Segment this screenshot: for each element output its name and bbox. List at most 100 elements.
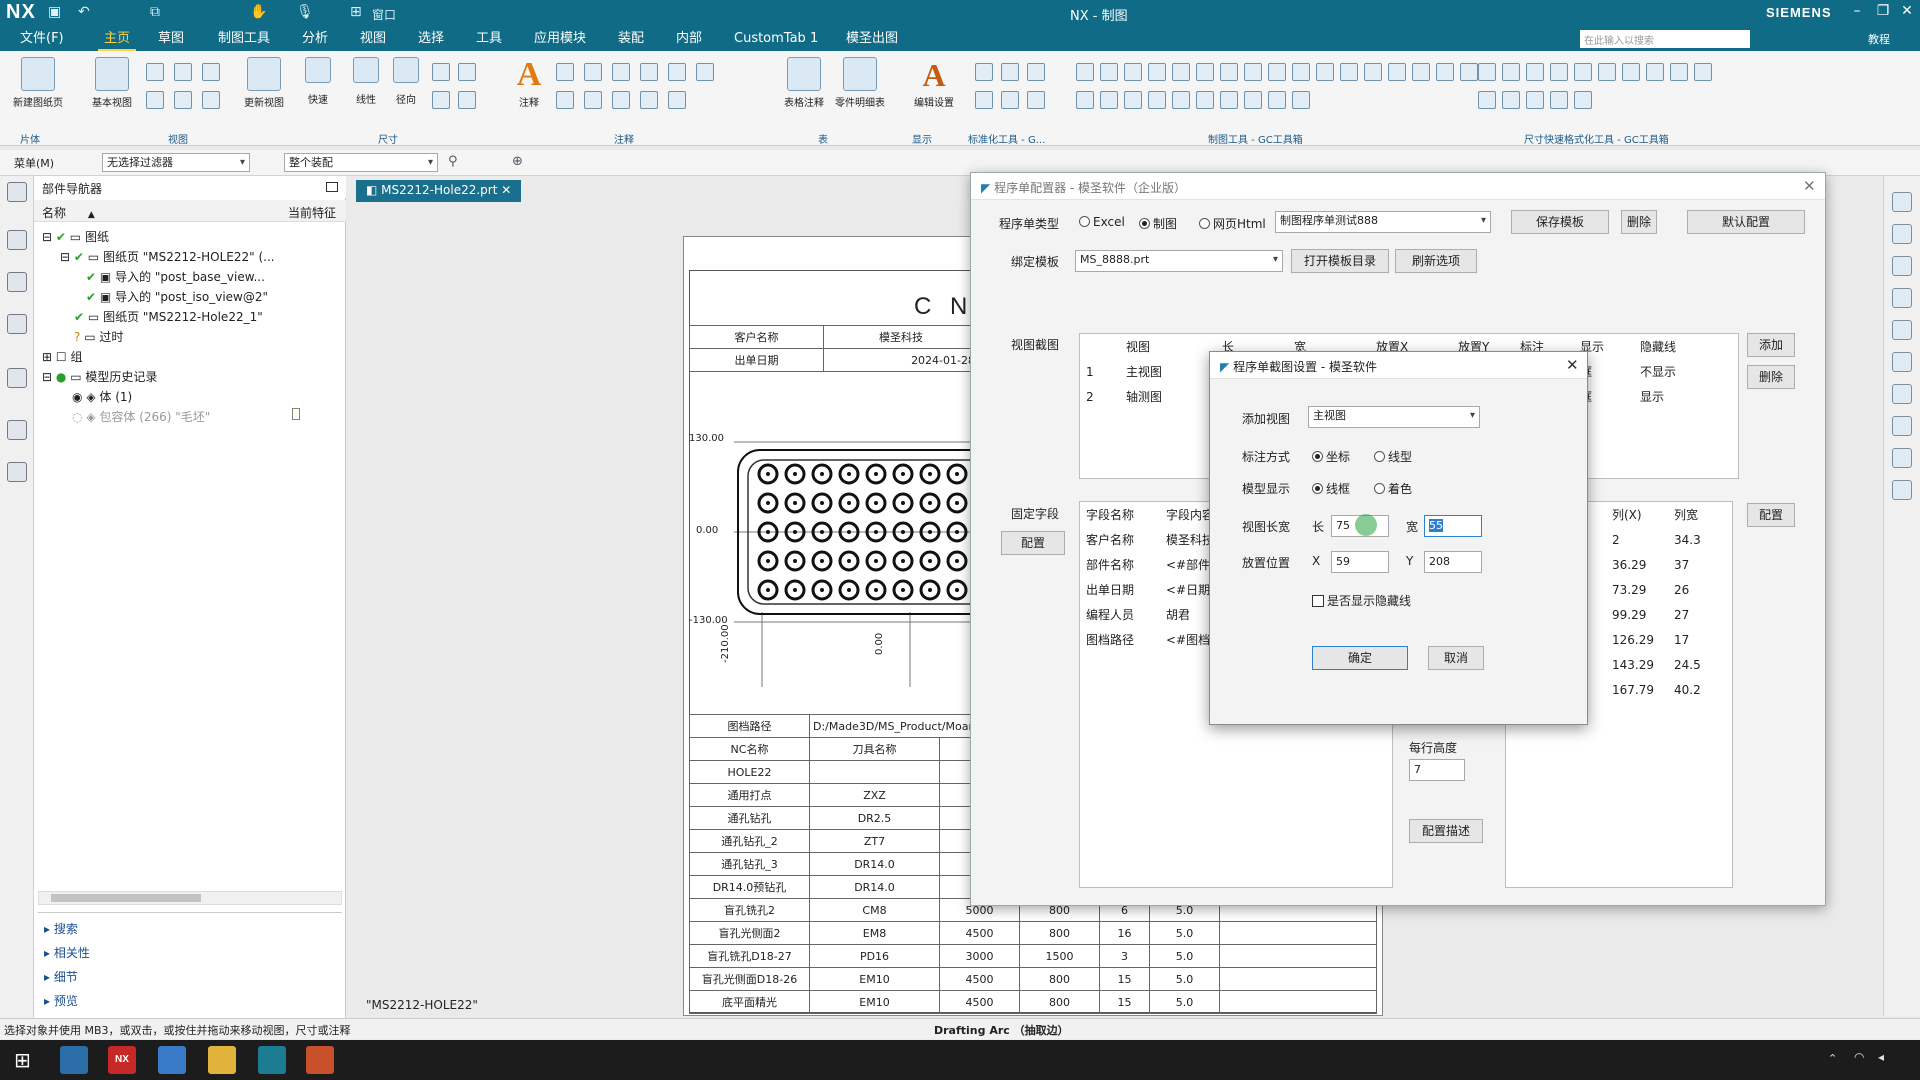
mic-icon[interactable]: 🎙 — [296, 4, 314, 20]
fmt-tool-2-icon[interactable] — [1502, 63, 1520, 81]
table-row[interactable]: 客户名称 模圣科技 — [1080, 527, 1220, 552]
section-preview[interactable]: ▸ 预览 — [44, 992, 78, 1009]
tool-8-icon[interactable] — [1892, 448, 1912, 468]
fmt-tool-14-icon[interactable] — [1550, 91, 1568, 109]
gc-tool-12-icon[interactable] — [1340, 63, 1358, 81]
volume-icon[interactable]: ◂ — [1878, 1050, 1884, 1064]
hide-icon[interactable] — [1001, 91, 1019, 109]
network-icon[interactable]: ◠ — [1854, 1050, 1864, 1064]
taskbar-app-3-icon[interactable] — [158, 1046, 186, 1074]
fmt-tool-1-icon[interactable] — [1478, 63, 1496, 81]
fmt-tool-9-icon[interactable] — [1670, 63, 1688, 81]
gc-tool-6-icon[interactable] — [1196, 63, 1214, 81]
tree-item-base-view[interactable]: ✔ ▣ 导入的 "post_base_view... — [86, 268, 265, 285]
menu-file[interactable]: 文件(F) — [14, 26, 70, 51]
tab-custom[interactable]: CustomTab 1 — [728, 26, 824, 51]
position-x-input[interactable]: 59 — [1331, 551, 1389, 573]
gc-tool-16-icon[interactable] — [1436, 63, 1454, 81]
help-link[interactable]: 教程 — [1868, 31, 1890, 47]
open-template-dir-button[interactable]: 打开模板目录 — [1291, 249, 1389, 273]
undo-icon[interactable]: ↶ — [78, 4, 90, 20]
tool-6-icon[interactable] — [1892, 384, 1912, 404]
section-dependency[interactable]: ▸ 相关性 — [44, 944, 90, 961]
close-icon[interactable]: ✕ — [1896, 3, 1918, 19]
scope-filter-select[interactable]: 整个装配 — [284, 153, 438, 172]
ok-button[interactable]: 确定 — [1312, 646, 1408, 670]
selection-options-icon[interactable]: ⚲ — [448, 154, 458, 169]
tool-1-icon[interactable] — [1892, 224, 1912, 244]
touch-icon[interactable]: ✋ — [250, 4, 267, 20]
tree-item-model-history[interactable]: ⊟ ● ▭ 模型历史记录 — [42, 368, 157, 385]
web-browser-icon[interactable] — [7, 368, 27, 388]
show-hide-icon[interactable] — [1027, 91, 1045, 109]
assembly-nav-icon[interactable] — [7, 230, 27, 250]
bind-template-select[interactable]: MS_8888.prt — [1075, 250, 1283, 272]
gc-tool-21-icon[interactable] — [1148, 91, 1166, 109]
gc-tool-18-icon[interactable] — [1076, 91, 1094, 109]
taskbar-explorer-icon[interactable] — [208, 1046, 236, 1074]
table-row[interactable]: 36.29 37 — [1606, 552, 1707, 577]
part-nav-icon[interactable] — [7, 272, 27, 292]
gc-tool-22-icon[interactable] — [1172, 91, 1190, 109]
taskbar-app-1-icon[interactable] — [60, 1046, 88, 1074]
process-studio-icon[interactable] — [7, 462, 27, 482]
snap-point-icon[interactable]: ⊕ — [512, 154, 523, 169]
gc-tool-17-icon[interactable] — [1460, 63, 1478, 81]
save-template-button[interactable]: 保存模板 — [1511, 210, 1609, 234]
tab-analysis[interactable]: 分析 — [296, 26, 334, 51]
ordinate-dim-icon[interactable] — [458, 91, 476, 109]
tab-mold-drawing[interactable]: 模圣出图 — [840, 26, 904, 51]
delete-view-button[interactable]: 删除 — [1747, 365, 1795, 389]
gc-tool-10-icon[interactable] — [1292, 63, 1310, 81]
rapid-dim-button[interactable]: 快速 — [298, 57, 338, 106]
table-row[interactable]: 图档路径 <#图档 — [1080, 627, 1220, 652]
gc-tool-3-icon[interactable] — [1124, 63, 1142, 81]
table-row[interactable]: 143.29 24.5 — [1606, 652, 1707, 677]
table-row[interactable]: 99.29 27 — [1606, 602, 1707, 627]
settings-icon[interactable] — [7, 182, 27, 202]
type-html-radio[interactable]: 网页Html — [1199, 215, 1266, 232]
target-icon[interactable] — [696, 63, 714, 81]
fmt-tool-8-icon[interactable] — [1646, 63, 1664, 81]
gc-tool-9-icon[interactable] — [1268, 63, 1286, 81]
tree-item-body[interactable]: ◉ ◈ 体 (1) — [72, 388, 132, 405]
section-view-icon[interactable] — [174, 63, 192, 81]
view-align-icon[interactable] — [202, 91, 220, 109]
display-wireframe-radio[interactable]: 线框 — [1312, 480, 1350, 497]
fmt-tool-12-icon[interactable] — [1502, 91, 1520, 109]
config-desc-button[interactable]: 配置描述 — [1409, 819, 1483, 843]
fmt-tool-15-icon[interactable] — [1574, 91, 1592, 109]
table-row[interactable]: 2 34.3 — [1606, 527, 1707, 552]
restore-icon[interactable]: ❐ — [1872, 3, 1894, 19]
tab-applications[interactable]: 应用模块 — [528, 26, 592, 51]
show-hidden-lines-checkbox[interactable]: 是否显示隐藏线 — [1312, 592, 1411, 609]
fmt-tool-11-icon[interactable] — [1478, 91, 1496, 109]
scroll-thumb[interactable] — [51, 894, 201, 902]
window-menu[interactable]: 窗口 — [372, 6, 396, 23]
command-search-input[interactable]: 在此输入以搜索 — [1580, 30, 1750, 48]
fmt-tool-3-icon[interactable] — [1526, 63, 1544, 81]
gc-tool-24-icon[interactable] — [1220, 91, 1238, 109]
parts-list-button[interactable]: 零件明细表 — [832, 57, 888, 109]
table-row[interactable]: 73.29 26 — [1606, 577, 1707, 602]
fmt-tool-6-icon[interactable] — [1598, 63, 1616, 81]
gc-tool-7-icon[interactable] — [1220, 63, 1238, 81]
radial-dim-button[interactable]: 径向 — [386, 57, 426, 106]
tab-drafting-tools[interactable]: 制图工具 — [212, 26, 276, 51]
break-view-icon[interactable] — [146, 91, 164, 109]
feature-control-icon[interactable] — [556, 63, 574, 81]
fmt-tool-7-icon[interactable] — [1622, 63, 1640, 81]
tree-item-outdated[interactable]: ? ▭ 过时 — [74, 328, 123, 345]
tool-9-icon[interactable] — [1892, 480, 1912, 500]
gc-tool-8-icon[interactable] — [1244, 63, 1262, 81]
taskbar-nx-icon[interactable]: NX — [108, 1046, 136, 1074]
view-boundary-icon[interactable] — [174, 91, 192, 109]
gc-tool-20-icon[interactable] — [1124, 91, 1142, 109]
fmt-tool-10-icon[interactable] — [1694, 63, 1712, 81]
fill-icon[interactable] — [668, 63, 686, 81]
cancel-button[interactable]: 取消 — [1428, 646, 1484, 670]
layer-icon[interactable] — [975, 63, 993, 81]
surface-finish-icon[interactable] — [640, 63, 658, 81]
navigator-hscroll[interactable] — [38, 891, 342, 905]
table-row[interactable]: 167.79 40.2 — [1606, 677, 1707, 702]
